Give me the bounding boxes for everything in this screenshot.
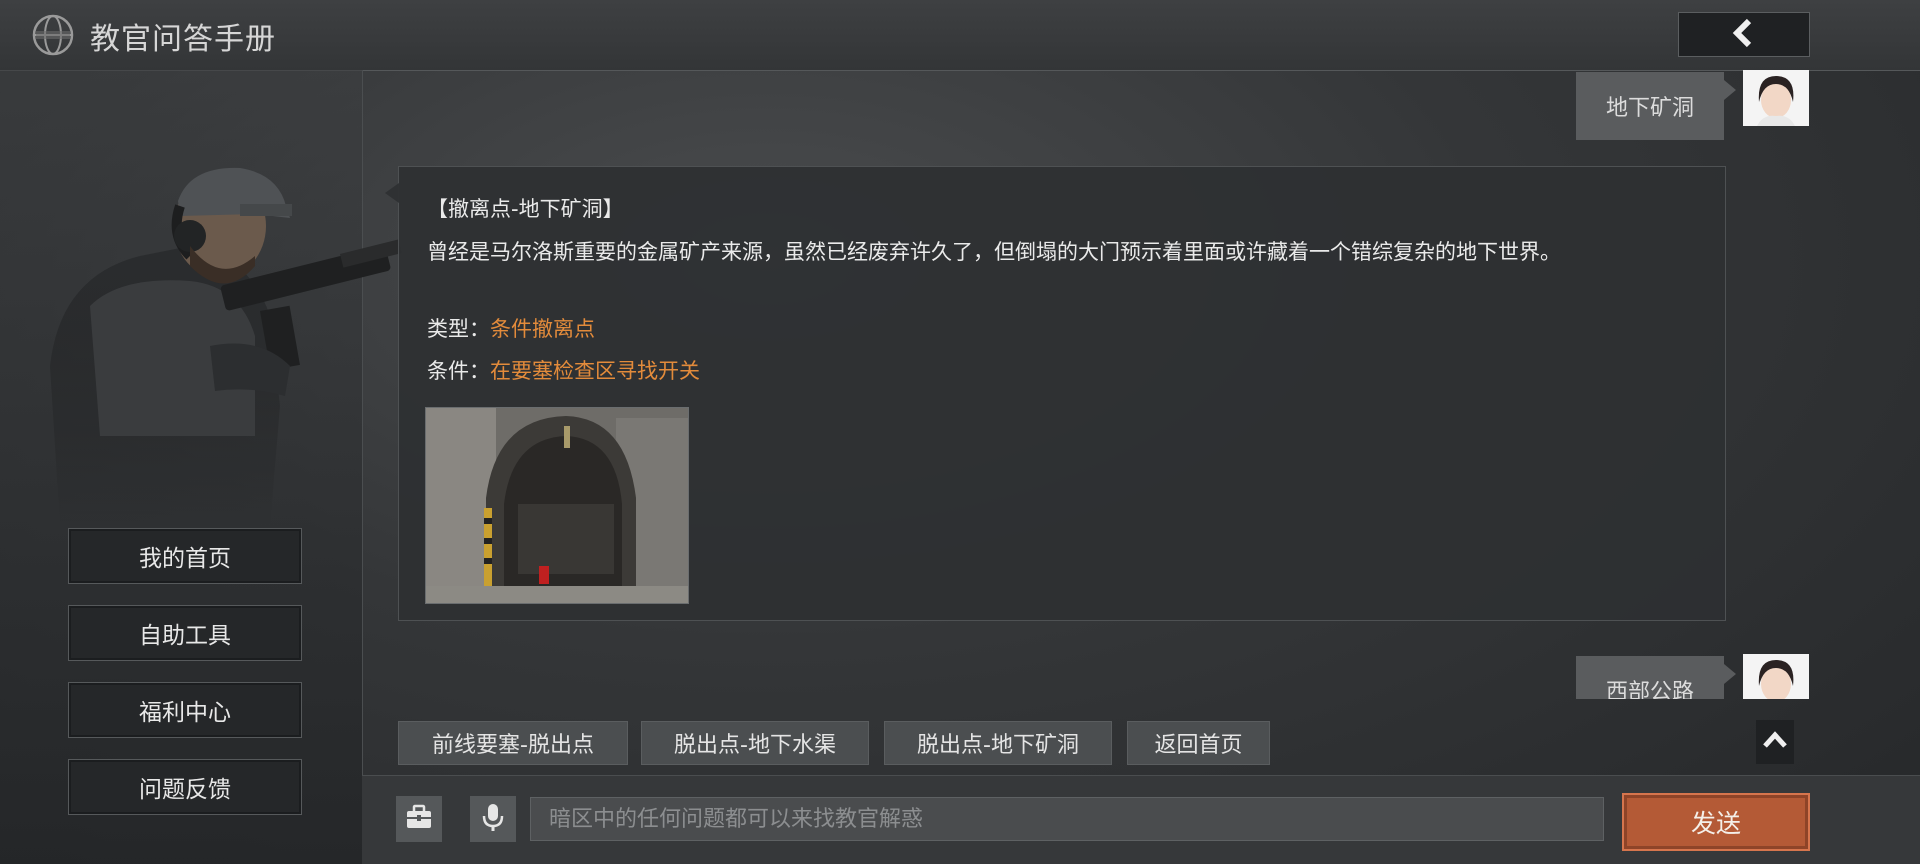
instructor-portrait	[40, 106, 420, 526]
type-value: 条件撤离点	[490, 317, 595, 341]
back-button[interactable]	[1678, 12, 1810, 57]
voice-input-button[interactable]	[470, 796, 516, 842]
type-label: 类型：	[427, 317, 490, 341]
app-root: 教官问答手册 我的首页 自助工具 福利中心 问题反馈 地下矿洞 【撤离点-地下矿…	[0, 0, 1920, 864]
quick-reply-frontline-fortress-exit[interactable]: 前线要塞-脱出点	[398, 721, 628, 765]
user-message-text: 地下矿洞	[1605, 96, 1694, 121]
chevron-left-icon	[1729, 18, 1759, 52]
user-message-text: 西部公路	[1605, 680, 1694, 699]
user-message-bubble: 西部公路	[1576, 656, 1736, 699]
sidebar-item-rewards-center[interactable]: 福利中心	[68, 682, 302, 738]
sidebar-item-self-service-tools[interactable]: 自助工具	[68, 605, 302, 661]
quick-reply-underground-mine-exit[interactable]: 脱出点-地下矿洞	[884, 721, 1112, 765]
sidebar-item-home[interactable]: 我的首页	[68, 528, 302, 584]
microphone-icon	[482, 802, 504, 836]
type-row: 类型：条件撤离点	[427, 313, 595, 343]
avatar	[1743, 70, 1809, 126]
quick-reply-return-home[interactable]: 返回首页	[1127, 721, 1270, 765]
globe-icon	[32, 14, 74, 56]
page-title: 教官问答手册	[90, 22, 276, 57]
user-message-clip: 西部公路	[1570, 652, 1740, 699]
quick-reply-underground-canal-exit[interactable]: 脱出点-地下水渠	[641, 721, 869, 765]
condition-value: 在要塞检查区寻找开关	[490, 359, 700, 383]
avatar	[1743, 654, 1809, 699]
sidebar: 我的首页 自助工具 福利中心 问题反馈	[0, 70, 402, 864]
toolbox-button[interactable]	[396, 796, 442, 842]
instructor-message-bubble: 【撤离点-地下矿洞】 曾经是马尔洛斯重要的金属矿产来源，虽然已经废弃许久了，但倒…	[385, 166, 1726, 621]
condition-row: 条件：在要塞检查区寻找开关	[427, 355, 700, 385]
mine-entrance-image[interactable]	[425, 407, 689, 604]
chevron-up-icon	[1762, 730, 1788, 754]
question-input[interactable]	[530, 797, 1604, 841]
send-button[interactable]: 发送	[1622, 793, 1810, 851]
top-bar: 教官问答手册	[0, 0, 1920, 71]
message-body: 曾经是马尔洛斯重要的金属矿产来源，虽然已经废弃许久了，但倒塌的大门预示着里面或许…	[427, 240, 1561, 264]
toolbox-icon	[405, 804, 433, 834]
condition-label: 条件：	[427, 359, 490, 383]
user-message-bubble: 地下矿洞	[1576, 72, 1736, 140]
scroll-up-button[interactable]	[1756, 720, 1794, 764]
message-heading: 【撤离点-地下矿洞】	[427, 197, 624, 221]
sidebar-item-feedback[interactable]: 问题反馈	[68, 759, 302, 815]
